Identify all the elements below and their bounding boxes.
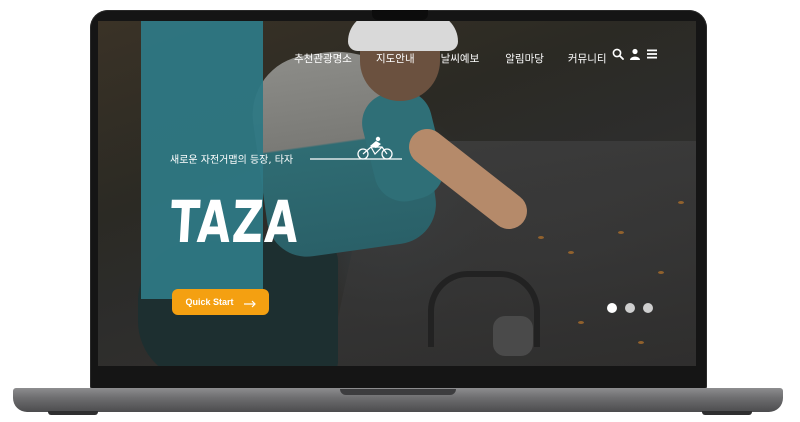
laptop-foot-right	[702, 411, 752, 415]
rider-helmet	[348, 21, 458, 51]
nav-item-community[interactable]: 커뮤니티	[568, 51, 607, 66]
arrow-right-icon	[243, 293, 256, 312]
leaf	[678, 201, 684, 204]
cyclist-line-icon	[310, 136, 402, 160]
quick-start-label: Quick Start	[185, 297, 234, 307]
quick-start-button[interactable]: Quick Start	[172, 289, 269, 315]
user-icon[interactable]	[629, 48, 641, 60]
nav-icons	[612, 48, 658, 60]
carousel-dots	[607, 303, 653, 313]
leaf	[578, 321, 584, 324]
leaf	[638, 341, 644, 344]
laptop-foot-left	[48, 411, 98, 415]
menu-icon[interactable]	[646, 48, 658, 60]
carousel-dot-2[interactable]	[625, 303, 635, 313]
carousel-dot-1[interactable]	[607, 303, 617, 313]
website-screen: 추천관광명소 지도안내 날씨예보 알림마당 커뮤니티 새로운 자전거맵의 등장,…	[98, 21, 696, 366]
leaf	[618, 231, 624, 234]
rider-glove	[493, 316, 533, 356]
camera-notch	[372, 10, 428, 20]
nav-item-notices[interactable]: 알림마당	[505, 51, 544, 66]
search-icon[interactable]	[612, 48, 624, 60]
nav-item-attractions[interactable]: 추천관광명소	[294, 51, 352, 66]
nav-item-map[interactable]: 지도안내	[376, 51, 415, 66]
leaf	[538, 236, 544, 239]
leaf	[658, 271, 664, 274]
brand-title: TAZA	[168, 188, 302, 256]
main-nav: 추천관광명소 지도안내 날씨예보 알림마당 커뮤니티	[294, 49, 607, 67]
laptop-base-groove	[340, 389, 456, 395]
carousel-dot-3[interactable]	[643, 303, 653, 313]
hero-subtitle: 새로운 자전거맵의 등장, 타자	[170, 155, 294, 166]
nav-item-weather[interactable]: 날씨예보	[441, 51, 480, 66]
leaf	[568, 251, 574, 254]
